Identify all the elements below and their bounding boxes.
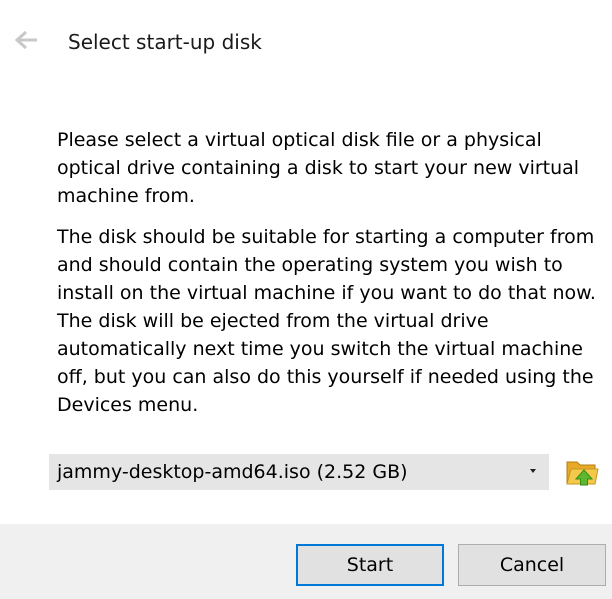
start-button[interactable]: Start [296,544,444,586]
dialog-header: Select start-up disk [0,0,612,84]
back-button[interactable] [10,27,40,53]
disk-selector-value: jammy-desktop-amd64.iso (2.52 GB) [57,461,408,483]
description-paragraph-1: Please select a virtual optical disk fil… [57,129,580,207]
folder-open-icon [563,461,601,495]
dialog-page: Select start-up disk Please select a vir… [0,0,612,599]
dialog-footer: Start Cancel [0,524,612,599]
description-paragraph-2: The disk should be suitable for starting… [57,226,596,416]
page-title: Select start-up disk [68,30,262,54]
cancel-button[interactable]: Cancel [458,544,606,586]
description-text: Please select a virtual optical disk fil… [57,126,605,419]
chevron-down-icon [530,469,536,473]
disk-selector-dropdown[interactable]: jammy-desktop-amd64.iso (2.52 GB) [49,454,549,490]
browse-disk-button[interactable] [563,453,601,491]
arrow-left-icon [10,30,40,57]
